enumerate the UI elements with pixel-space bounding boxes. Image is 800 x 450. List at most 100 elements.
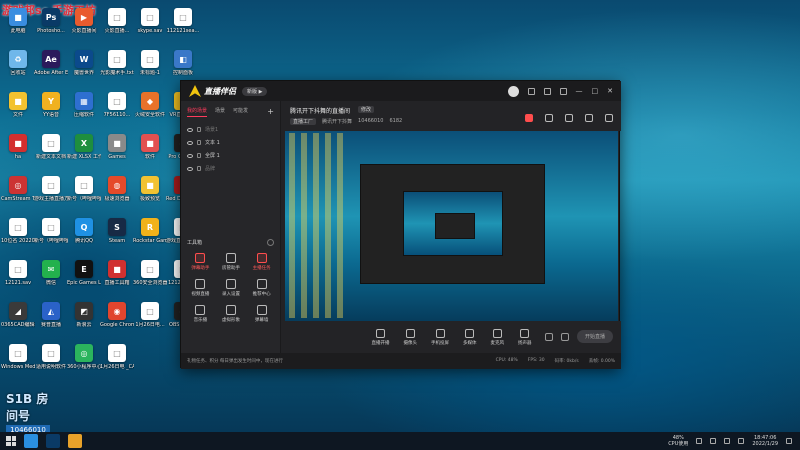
save-icon[interactable] bbox=[565, 114, 573, 122]
start-live-button[interactable]: 开始直播 bbox=[576, 330, 613, 343]
lock-icon[interactable] bbox=[197, 153, 201, 158]
settings-gear-icon[interactable] bbox=[560, 332, 569, 341]
toolbox-item[interactable]: 弹幕墙 bbox=[246, 305, 277, 323]
skin-icon[interactable] bbox=[559, 87, 567, 95]
desktop-shortcut[interactable]: Y YY语音 bbox=[35, 88, 67, 128]
toolbox-item[interactable]: 录入设置 bbox=[216, 279, 247, 297]
lock-icon[interactable] bbox=[197, 166, 201, 171]
desktop-shortcut[interactable]: ✉ 微信 bbox=[35, 256, 67, 296]
lock-icon[interactable] bbox=[197, 140, 201, 145]
control-live-start[interactable]: 直播开播 bbox=[372, 328, 390, 346]
bell-icon[interactable] bbox=[585, 114, 593, 122]
scene-item[interactable]: 文本 1 bbox=[181, 136, 280, 149]
notification-icon[interactable] bbox=[786, 438, 792, 444]
volume-icon[interactable] bbox=[724, 438, 731, 444]
tray-cpu[interactable]: 48% CPU使用 bbox=[668, 435, 688, 447]
desktop-shortcut[interactable]: □ 未标题-1 bbox=[134, 46, 166, 86]
tray-clock[interactable]: 18:47:06 2022/1/29 bbox=[752, 435, 778, 447]
close-icon[interactable]: ✕ bbox=[607, 87, 613, 95]
desktop-shortcut[interactable]: □ 火影直播... bbox=[101, 4, 133, 44]
desktop-shortcut[interactable]: ■ Games bbox=[101, 130, 133, 170]
desktop-shortcut[interactable]: □ 112121sea... bbox=[167, 4, 199, 44]
control-camera[interactable]: 摄像头 bbox=[404, 328, 417, 346]
lock-icon[interactable] bbox=[197, 127, 201, 132]
live-companion-window[interactable]: 直播伴侣 新版 ▶ — □ ✕ 我的场景 场景 可能发 + 场景1 文本 1 全… bbox=[180, 80, 621, 369]
taskbar-photoshop-icon[interactable] bbox=[46, 434, 60, 448]
toolbox-more-icon[interactable] bbox=[267, 239, 274, 246]
desktop-shortcut[interactable]: ◩ 新浪云 bbox=[68, 298, 100, 338]
gift-icon[interactable] bbox=[525, 114, 533, 122]
desktop-shortcut[interactable]: E Epic Games Launcher bbox=[67, 256, 101, 296]
windows-start-icon[interactable] bbox=[6, 436, 16, 446]
desktop-shortcut[interactable]: □ 7F56110... bbox=[101, 88, 133, 128]
desktop-shortcut[interactable]: ◎ CamStream The Cam... bbox=[1, 172, 35, 212]
desktop-shortcut[interactable]: ■ ha bbox=[2, 130, 34, 170]
eye-icon[interactable] bbox=[187, 140, 193, 145]
toolbox-item[interactable]: 视频直播 bbox=[185, 279, 216, 297]
desktop-shortcut[interactable]: ◭ 赛普直播 bbox=[35, 298, 67, 338]
desktop-shortcut[interactable]: ▦ 压缩软件 bbox=[68, 88, 100, 128]
eye-icon[interactable] bbox=[187, 153, 193, 158]
record-icon[interactable] bbox=[544, 332, 553, 341]
toolbox-item[interactable]: 虚拟形象 bbox=[216, 305, 247, 323]
scene-item[interactable]: 场景1 bbox=[181, 123, 280, 136]
desktop-shortcut[interactable]: □ 12121.sav bbox=[2, 256, 34, 296]
desktop-shortcut[interactable]: ■ 极致预览 bbox=[134, 172, 166, 212]
settings-icon[interactable] bbox=[543, 87, 551, 95]
desktop-shortcut[interactable]: ◢ 0365CAD编辑器 bbox=[1, 298, 35, 338]
message-icon[interactable] bbox=[527, 87, 535, 95]
edit-title-button[interactable]: 修改 bbox=[358, 106, 375, 113]
user-avatar[interactable] bbox=[507, 85, 519, 97]
add-scene-icon[interactable]: + bbox=[267, 107, 274, 117]
app-titlebar[interactable]: 直播伴侣 新版 ▶ — □ ✕ bbox=[181, 81, 621, 101]
desktop-shortcut[interactable]: □ 光影魔术手.txt bbox=[100, 46, 134, 86]
eye-icon[interactable] bbox=[187, 127, 193, 132]
control-speaker[interactable]: 扬声器 bbox=[518, 328, 532, 346]
tab-scenes[interactable]: 场景 bbox=[215, 107, 225, 117]
toolbox-item[interactable]: 音乐播 bbox=[185, 305, 216, 323]
desktop-shortcut[interactable]: ♻ 回收站 bbox=[2, 46, 34, 86]
stream-title[interactable]: 腾讯开下抖舞的直播间 bbox=[290, 106, 350, 115]
desktop-shortcut[interactable]: ■ 软件 bbox=[134, 130, 166, 170]
desktop-shortcut[interactable]: ▶ 火影直播间 bbox=[68, 4, 100, 44]
desktop-shortcut[interactable]: □ 新建文本文档 bbox=[35, 130, 67, 170]
desktop-shortcut[interactable]: W 魔兽世界 bbox=[68, 46, 100, 86]
eye-icon[interactable] bbox=[187, 166, 193, 171]
desktop-shortcut[interactable]: □ 新号（哔哩哔哩）_CAL... bbox=[34, 214, 68, 254]
control-media[interactable]: 多媒体 bbox=[463, 328, 477, 346]
desktop-shortcut[interactable]: ◎ 360小程序中心 bbox=[67, 340, 101, 380]
toolbox-item[interactable]: 主播任务 bbox=[246, 253, 277, 271]
toolbox-item[interactable]: 弹幕助手 bbox=[185, 253, 216, 271]
taskbar-app-icon[interactable] bbox=[24, 434, 38, 448]
desktop-shortcut[interactable]: ◍ 极速浏览器 bbox=[101, 172, 133, 212]
chevron-up-icon[interactable] bbox=[696, 438, 703, 444]
desktop-shortcut[interactable]: □ 10位名 20220121... bbox=[1, 214, 35, 254]
desktop-shortcut[interactable]: □ Windows Media... bbox=[1, 340, 35, 380]
category-chip[interactable]: 直播工厂 bbox=[290, 118, 317, 125]
toolbox-item[interactable]: 房管助手 bbox=[216, 253, 247, 271]
lock-icon[interactable] bbox=[545, 114, 553, 122]
taskbar-live-companion-icon[interactable] bbox=[68, 434, 82, 448]
desktop-shortcut[interactable]: X 新建 XLSX 工作表 bbox=[67, 130, 101, 170]
desktop-shortcut[interactable]: ◉ Google Chrome bbox=[100, 298, 134, 338]
desktop-shortcut[interactable]: ■ 直播工具箱 bbox=[101, 256, 133, 296]
desktop-shortcut[interactable]: Ae Adobe After Effects 2020 bbox=[34, 46, 68, 86]
desktop-shortcut[interactable]: ■ 此电脑 bbox=[2, 4, 34, 44]
tab-other[interactable]: 可能发 bbox=[233, 107, 248, 117]
desktop-shortcut[interactable]: □ 360安全浏览器 bbox=[133, 256, 167, 296]
desktop-shortcut[interactable]: □ 游戏主播直播方案.txt bbox=[34, 172, 68, 212]
scene-item[interactable]: 品牌 bbox=[181, 162, 280, 175]
control-phone-cast[interactable]: 手机投屏 bbox=[431, 328, 449, 346]
version-button[interactable]: 新版 ▶ bbox=[242, 86, 268, 96]
desktop-shortcut[interactable]: S Steam bbox=[101, 214, 133, 254]
minimize-icon[interactable]: — bbox=[576, 87, 583, 95]
ime-icon[interactable] bbox=[738, 438, 745, 444]
share-icon[interactable] bbox=[605, 114, 613, 122]
desktop-shortcut[interactable]: R Rockstar Games... bbox=[133, 214, 167, 254]
desktop-shortcut[interactable]: □ 适用说明软件 bbox=[35, 340, 67, 380]
desktop-shortcut[interactable]: ■ 文件 bbox=[2, 88, 34, 128]
desktop-shortcut[interactable]: □ 1月26日电... bbox=[134, 298, 166, 338]
desktop-shortcut[interactable]: ◆ 火绒安全软件 bbox=[134, 88, 166, 128]
toolbox-item[interactable]: 推荐中心 bbox=[246, 279, 277, 297]
network-icon[interactable] bbox=[710, 438, 717, 444]
